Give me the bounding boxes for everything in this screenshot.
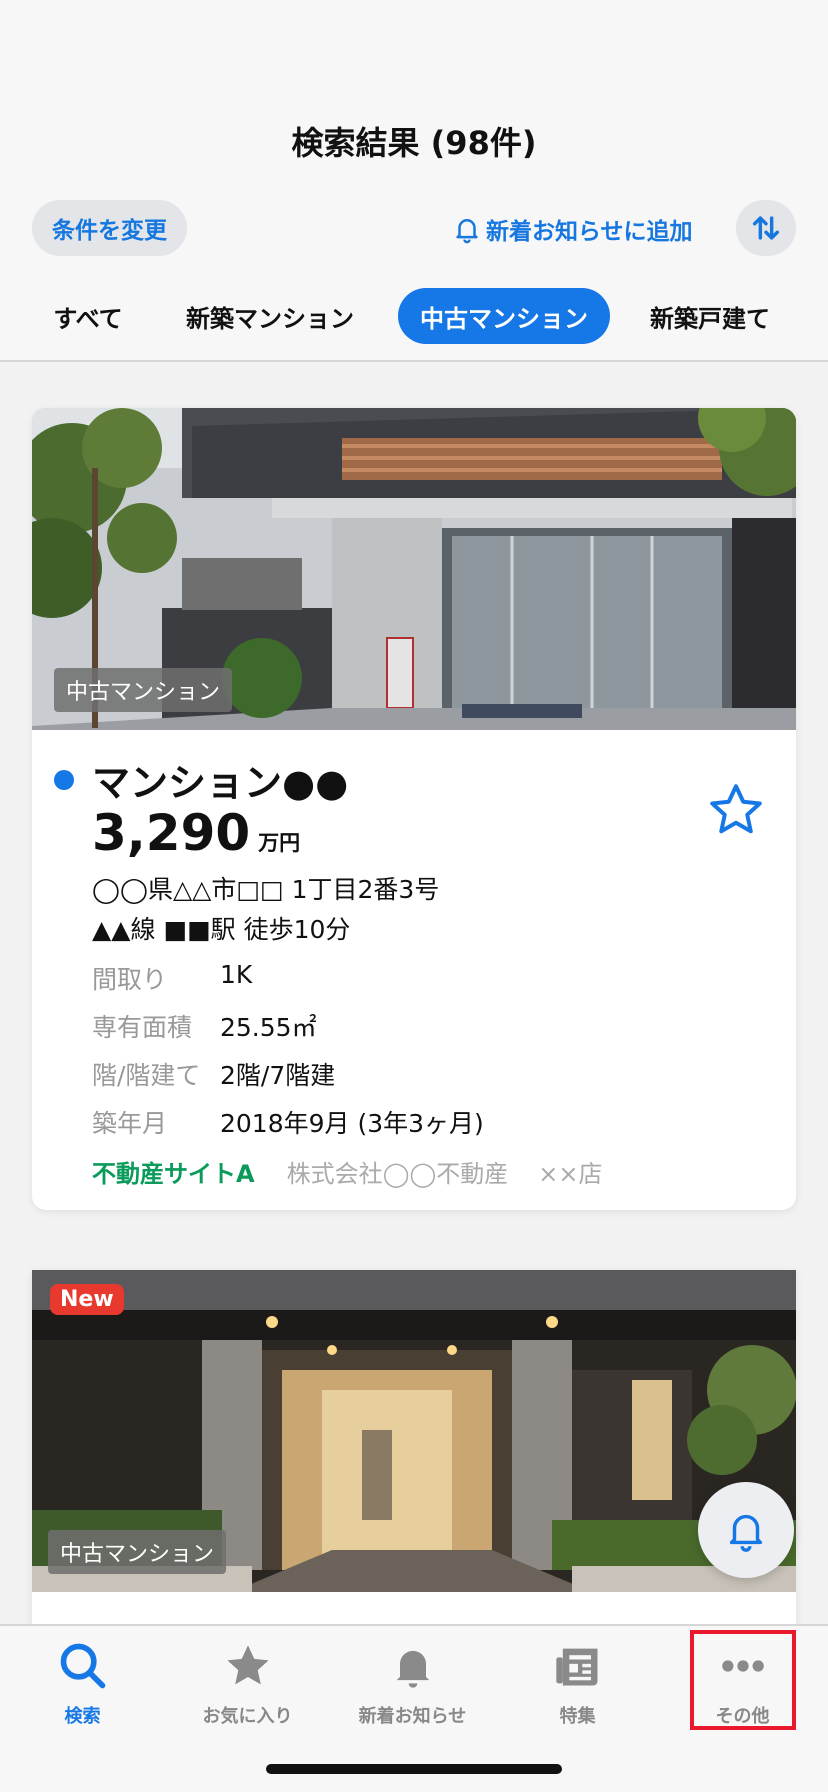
unread-dot bbox=[54, 770, 74, 790]
listing-photo: 中古マンション bbox=[32, 408, 796, 730]
spec-row: 階/階建て 2階/7階建 bbox=[92, 1056, 335, 1092]
tab-used-mansion[interactable]: 中古マンション bbox=[398, 288, 610, 344]
search-icon bbox=[60, 1643, 105, 1689]
listing-address: ◯◯県△△市□□ 1丁目2番3号 bbox=[92, 875, 440, 904]
tab-label: 特集 bbox=[559, 1706, 596, 1727]
star-icon[interactable] bbox=[706, 780, 766, 840]
spec-value: 25.55㎡ bbox=[220, 1013, 317, 1042]
price-value: 3,290 bbox=[92, 804, 251, 862]
spec-key: 築年月 bbox=[92, 1109, 168, 1138]
bell-icon bbox=[396, 1650, 429, 1688]
listing-photo: New 中古マンション bbox=[32, 1270, 796, 1592]
listing-name: マンション●● bbox=[92, 761, 349, 805]
page-title: 検索結果 (98件) bbox=[291, 124, 537, 162]
home-indicator bbox=[266, 1764, 562, 1774]
new-badge: New bbox=[50, 1284, 124, 1315]
highlight-box bbox=[690, 1630, 796, 1730]
source-company: 株式会社◯◯不動産 bbox=[286, 1160, 509, 1188]
sort-icon bbox=[752, 216, 780, 240]
spec-key: 専有面積 bbox=[92, 1013, 193, 1042]
bell-icon bbox=[456, 219, 478, 244]
property-type-badge: 中古マンション bbox=[48, 1530, 227, 1574]
add-notification-button[interactable]: 新着お知らせに追加 bbox=[452, 210, 693, 248]
tab-notifications[interactable]: 新着お知らせ bbox=[330, 1638, 495, 1738]
star-icon bbox=[226, 1645, 269, 1685]
newspaper-icon bbox=[555, 1648, 597, 1686]
listing-card[interactable]: 中古マンション マンション●● 3,290 万円 ◯◯県△△市□□ 1丁目2番3… bbox=[32, 408, 796, 1210]
notification-fab[interactable] bbox=[698, 1482, 794, 1578]
tab-all[interactable]: すべて bbox=[32, 288, 144, 344]
tab-label: 検索 bbox=[64, 1706, 101, 1727]
tab-new-mansion[interactable]: 新築マンション bbox=[174, 288, 366, 344]
spec-row: 専有面積 25.55㎡ bbox=[92, 1008, 317, 1044]
tab-favorites[interactable]: お気に入り bbox=[165, 1638, 330, 1738]
property-type-badge: 中古マンション bbox=[54, 668, 233, 712]
header: 検索結果 (98件) 条件を変更 新着お知らせに追加 すべて 新築マンション 中… bbox=[0, 0, 828, 362]
spec-key: 間取り bbox=[92, 965, 168, 994]
listing-source: 不動産サイトA 株式会社◯◯不動産 ××店 bbox=[92, 1154, 603, 1189]
tab-search[interactable]: 検索 bbox=[0, 1638, 165, 1738]
listing-info: マンション●● 3,290 万円 ◯◯県△△市□□ 1丁目2番3号 ▲▲線 ■■… bbox=[32, 730, 796, 1210]
tab-new-house[interactable]: 新築戸建て bbox=[640, 288, 780, 344]
listing-station: ▲▲線 ■■駅 徒歩10分 bbox=[92, 915, 351, 944]
spec-row: 間取り 1K bbox=[92, 960, 252, 996]
tab-label: お気に入り bbox=[202, 1706, 293, 1727]
spec-value: 2階/7階建 bbox=[220, 1061, 336, 1090]
spec-value: 1K bbox=[220, 960, 253, 989]
source-site: 不動産サイトA bbox=[92, 1160, 255, 1188]
bell-icon bbox=[729, 1514, 763, 1552]
listing-card[interactable]: New 中古マンション bbox=[32, 1270, 796, 1630]
source-branch: ××店 bbox=[538, 1160, 603, 1188]
tab-label: 新着お知らせ bbox=[358, 1706, 467, 1727]
spec-value: 2018年9月 (3年3ヶ月) bbox=[220, 1109, 484, 1138]
change-conditions-button[interactable]: 条件を変更 bbox=[32, 200, 187, 256]
sort-button[interactable] bbox=[736, 200, 796, 256]
price-unit: 万円 bbox=[258, 831, 301, 855]
add-notification-label: 新着お知らせに追加 bbox=[486, 219, 693, 245]
category-tabs: すべて 新築マンション 中古マンション 新築戸建て bbox=[0, 288, 828, 344]
spec-key: 階/階建て bbox=[92, 1061, 201, 1090]
listing-price: 3,290 万円 bbox=[92, 804, 300, 862]
spec-row: 築年月 2018年9月 (3年3ヶ月) bbox=[92, 1104, 484, 1140]
tab-features[interactable]: 特集 bbox=[495, 1638, 660, 1738]
